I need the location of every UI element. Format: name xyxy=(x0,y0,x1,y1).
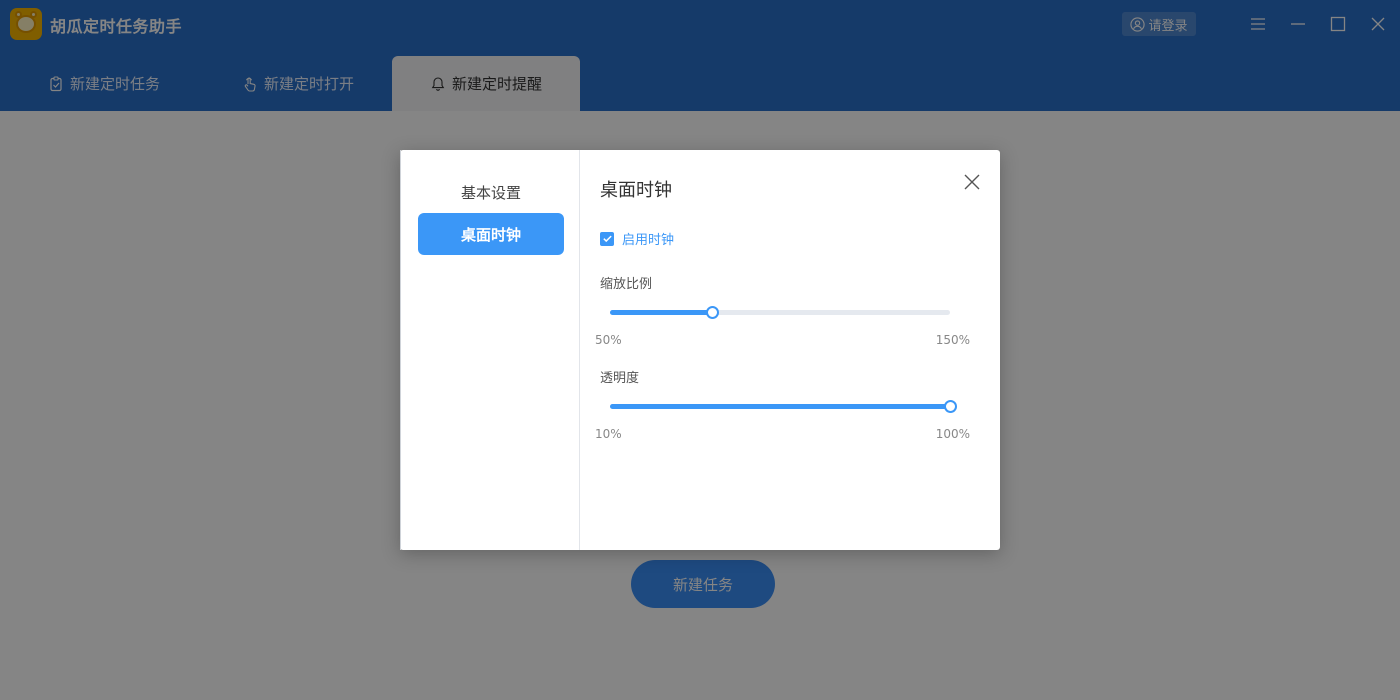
slider-thumb[interactable] xyxy=(944,400,957,413)
nav-desktop-clock[interactable]: 桌面时钟 xyxy=(418,213,564,255)
opacity-min-label: 10% xyxy=(595,427,622,441)
dialog-body: 桌面时钟 启用时钟 缩放比例 50% 150% 透明度 10% 100% xyxy=(580,150,1000,550)
scale-slider[interactable] xyxy=(610,306,950,319)
settings-dialog: 基本设置 桌面时钟 桌面时钟 启用时钟 缩放比例 50% 150% 透明度 10… xyxy=(400,150,1000,550)
slider-fill xyxy=(610,310,712,315)
scale-min-label: 50% xyxy=(595,333,622,347)
slider-fill xyxy=(610,404,950,409)
dialog-sidebar: 基本设置 桌面时钟 xyxy=(400,150,580,550)
checkbox-label: 启用时钟 xyxy=(622,233,675,248)
scale-label: 缩放比例 xyxy=(600,277,653,292)
dialog-close-button[interactable] xyxy=(962,172,982,192)
dialog-title: 桌面时钟 xyxy=(600,180,672,201)
opacity-max-label: 100% xyxy=(935,427,970,441)
scale-max-label: 150% xyxy=(935,333,970,347)
checkmark-icon xyxy=(602,235,612,243)
opacity-slider[interactable] xyxy=(610,400,957,413)
checkbox-box[interactable] xyxy=(600,231,614,246)
close-icon xyxy=(964,174,980,190)
nav-basic-settings[interactable]: 基本设置 xyxy=(418,171,564,213)
opacity-label: 透明度 xyxy=(600,371,640,386)
slider-thumb[interactable] xyxy=(706,306,719,319)
enable-clock-checkbox[interactable]: 启用时钟 xyxy=(600,229,674,248)
